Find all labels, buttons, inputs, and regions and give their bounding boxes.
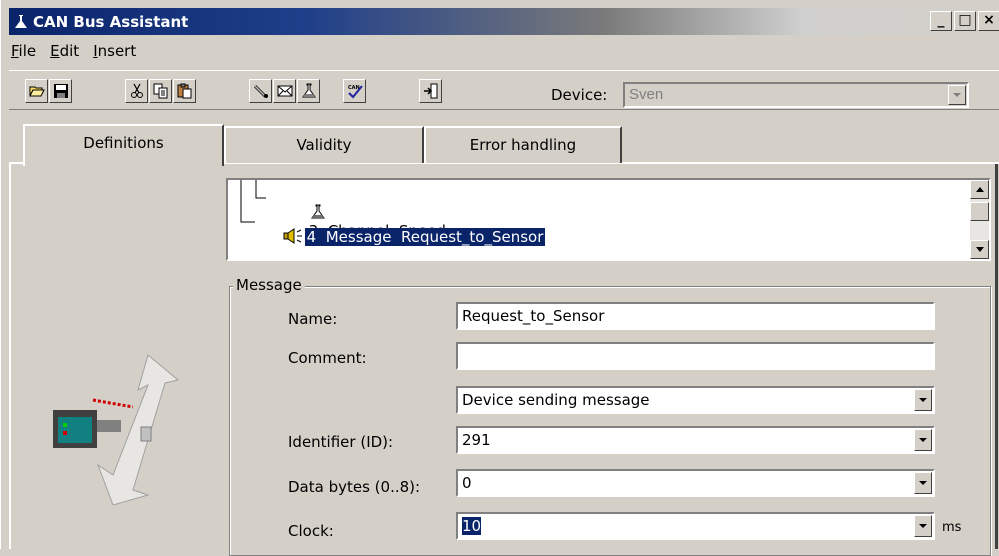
tab-definitions[interactable]: Definitions — [23, 124, 224, 166]
can-check-button[interactable]: CAN — [343, 79, 366, 103]
open-button[interactable] — [25, 79, 48, 103]
envelope-icon — [277, 85, 292, 97]
cut-icon — [130, 83, 143, 98]
minimize-button[interactable]: _ — [930, 11, 952, 31]
message-button[interactable] — [273, 79, 296, 103]
channel-button[interactable] — [297, 79, 320, 103]
export-icon — [423, 83, 437, 99]
comment-label: Comment: — [288, 349, 367, 367]
chevron-down-icon[interactable] — [948, 85, 966, 105]
device-select[interactable]: Sven — [623, 82, 969, 108]
device-label: Device: — [551, 86, 608, 104]
tab-validity[interactable]: Validity — [224, 126, 424, 163]
clock-select[interactable]: 10 — [456, 512, 935, 540]
copy-icon — [153, 83, 167, 99]
scroll-up-button[interactable] — [970, 180, 989, 199]
can-device-illustration — [53, 354, 180, 505]
name-value: Request_to_Sensor — [462, 307, 605, 325]
menu-bar: File Edit Insert — [9, 42, 136, 64]
flask-icon — [301, 83, 316, 98]
chevron-down-icon[interactable] — [914, 389, 932, 411]
speaker-icon — [283, 228, 302, 244]
chevron-down-icon[interactable] — [914, 472, 932, 494]
clock-value: 10 — [462, 517, 482, 535]
identifier-select[interactable]: 291 — [456, 426, 935, 454]
direction-select[interactable]: Device sending message — [456, 386, 935, 414]
paste-button[interactable] — [173, 79, 196, 103]
copy-button[interactable] — [149, 79, 172, 103]
device-value: Sven — [629, 86, 664, 103]
definition-tree[interactable]: 3 Channel Speed 4 Message Request_to_Sen… — [226, 178, 991, 261]
message-group-title: Message — [233, 276, 305, 294]
selected-item: 4 Message Request_to_Sensor — [304, 228, 546, 246]
data-bytes-label: Data bytes (0..8): — [288, 478, 421, 496]
identifier-value: 291 — [462, 431, 491, 449]
tab-error-handling[interactable]: Error handling — [424, 126, 622, 163]
menu-insert[interactable]: Insert — [93, 42, 136, 64]
tree-scrollbar[interactable] — [970, 180, 989, 259]
save-button[interactable] — [49, 79, 72, 103]
tool-icon — [253, 84, 268, 98]
chevron-down-icon[interactable] — [914, 429, 932, 451]
window-title: CAN Bus Assistant — [33, 12, 189, 31]
tree-item-name: Request_to_Sensor — [401, 228, 544, 246]
tree-item-message[interactable]: 4 Message Request_to_Sensor — [254, 210, 546, 264]
maximize-button[interactable]: □ — [954, 11, 976, 31]
open-icon — [28, 86, 45, 97]
paste-icon — [177, 83, 191, 99]
menu-edit[interactable]: Edit — [50, 42, 79, 64]
main-window: CAN Bus Assistant _ □ × File Edit Insert — [0, 0, 999, 556]
menu-file[interactable]: File — [11, 42, 36, 64]
name-field[interactable]: Request_to_Sensor — [456, 302, 935, 330]
cut-button[interactable] — [125, 79, 148, 103]
title-bar[interactable]: CAN Bus Assistant _ □ × — [9, 8, 999, 35]
clock-unit: ms — [942, 520, 962, 535]
data-bytes-value: 0 — [462, 474, 472, 492]
clock-label: Clock: — [288, 522, 334, 540]
identifier-label: Identifier (ID): — [288, 433, 394, 451]
scroll-thumb[interactable] — [970, 202, 989, 221]
save-icon — [53, 84, 68, 98]
panel-edge — [995, 164, 998, 549]
chevron-down-icon[interactable] — [914, 515, 932, 537]
export-button[interactable] — [419, 79, 442, 103]
comment-field[interactable] — [456, 342, 935, 370]
close-button[interactable]: × — [978, 11, 999, 31]
tree-item-num: 4 — [306, 228, 317, 246]
name-label: Name: — [288, 310, 338, 328]
direction-value: Device sending message — [462, 391, 650, 409]
flask-icon — [15, 14, 27, 28]
data-bytes-select[interactable]: 0 — [456, 469, 935, 497]
scroll-down-button[interactable] — [970, 240, 989, 259]
toolbar: CAN Device: Sven — [9, 70, 999, 110]
can-check-icon: CAN — [348, 85, 363, 99]
tool-button[interactable] — [249, 79, 272, 103]
tree-item-type: Message — [325, 228, 392, 246]
